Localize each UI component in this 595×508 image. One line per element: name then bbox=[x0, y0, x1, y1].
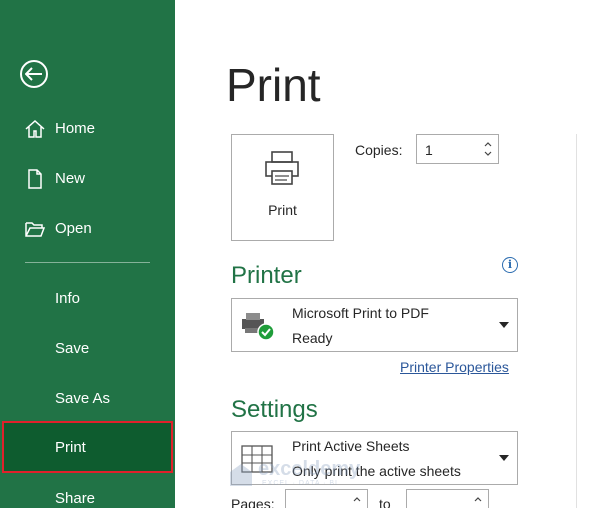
pages-to-label: to bbox=[379, 496, 391, 508]
new-document-icon bbox=[24, 168, 46, 190]
sidebar-item-label: Print bbox=[55, 438, 86, 456]
sidebar-item-save-as[interactable]: Save As bbox=[0, 378, 175, 418]
spinner-up-icon[interactable] bbox=[472, 492, 484, 504]
open-folder-icon bbox=[24, 218, 46, 240]
print-what-dropdown[interactable]: Print Active Sheets Only print the activ… bbox=[231, 431, 518, 485]
printer-heading: Printer bbox=[231, 262, 302, 289]
panel-divider bbox=[576, 134, 577, 508]
sidebar-item-open[interactable]: Open bbox=[0, 208, 175, 248]
pages-label: Pages: bbox=[231, 496, 275, 508]
sidebar-item-new[interactable]: New bbox=[0, 158, 175, 198]
print-button-label: Print bbox=[268, 202, 297, 218]
sidebar-item-label: Save As bbox=[55, 389, 111, 407]
print-option-description: Only print the active sheets bbox=[292, 463, 461, 479]
sidebar-item-share[interactable]: Share bbox=[0, 478, 175, 508]
sidebar-item-info[interactable]: Info bbox=[0, 278, 175, 318]
sheet-grid-icon bbox=[238, 442, 276, 476]
print-option-title: Print Active Sheets bbox=[292, 438, 410, 454]
info-icon[interactable]: i bbox=[502, 257, 518, 273]
printer-status: Ready bbox=[292, 330, 333, 346]
printer-name: Microsoft Print to PDF bbox=[292, 305, 429, 321]
spinner-arrows-icon[interactable] bbox=[482, 137, 494, 161]
backstage-sidebar: Home New Open Info Save Save As Print Sh… bbox=[0, 0, 175, 508]
print-button[interactable]: Print bbox=[231, 134, 334, 241]
printer-icon bbox=[263, 149, 303, 189]
chevron-down-icon bbox=[499, 322, 509, 328]
back-arrow-icon[interactable] bbox=[20, 60, 48, 88]
sidebar-item-label: Save bbox=[55, 339, 90, 357]
pages-to-field[interactable] bbox=[406, 489, 489, 508]
sidebar-item-label: Home bbox=[55, 119, 96, 137]
copies-value: 1 bbox=[425, 142, 433, 158]
copies-stepper[interactable]: 1 bbox=[416, 134, 499, 164]
printer-properties-link[interactable]: Printer Properties bbox=[400, 359, 509, 375]
pages-from-field[interactable] bbox=[285, 489, 368, 508]
printer-dropdown[interactable]: Microsoft Print to PDF Ready bbox=[231, 298, 518, 352]
sidebar-item-save[interactable]: Save bbox=[0, 328, 175, 368]
chevron-down-icon bbox=[499, 455, 509, 461]
sidebar-item-label: Share bbox=[55, 489, 96, 507]
sidebar-item-label: Open bbox=[55, 219, 92, 237]
spinner-up-icon[interactable] bbox=[351, 492, 363, 504]
printer-ready-icon bbox=[238, 309, 276, 343]
sidebar-item-home[interactable]: Home bbox=[0, 108, 175, 148]
page-title: Print bbox=[226, 59, 321, 111]
sidebar-divider bbox=[25, 262, 150, 263]
sidebar-item-label: Info bbox=[55, 289, 81, 307]
copies-label: Copies: bbox=[355, 142, 403, 158]
sidebar-item-label: New bbox=[55, 169, 86, 187]
sidebar-item-print[interactable]: Print bbox=[2, 421, 173, 473]
settings-heading: Settings bbox=[231, 396, 318, 423]
home-icon bbox=[24, 118, 46, 140]
